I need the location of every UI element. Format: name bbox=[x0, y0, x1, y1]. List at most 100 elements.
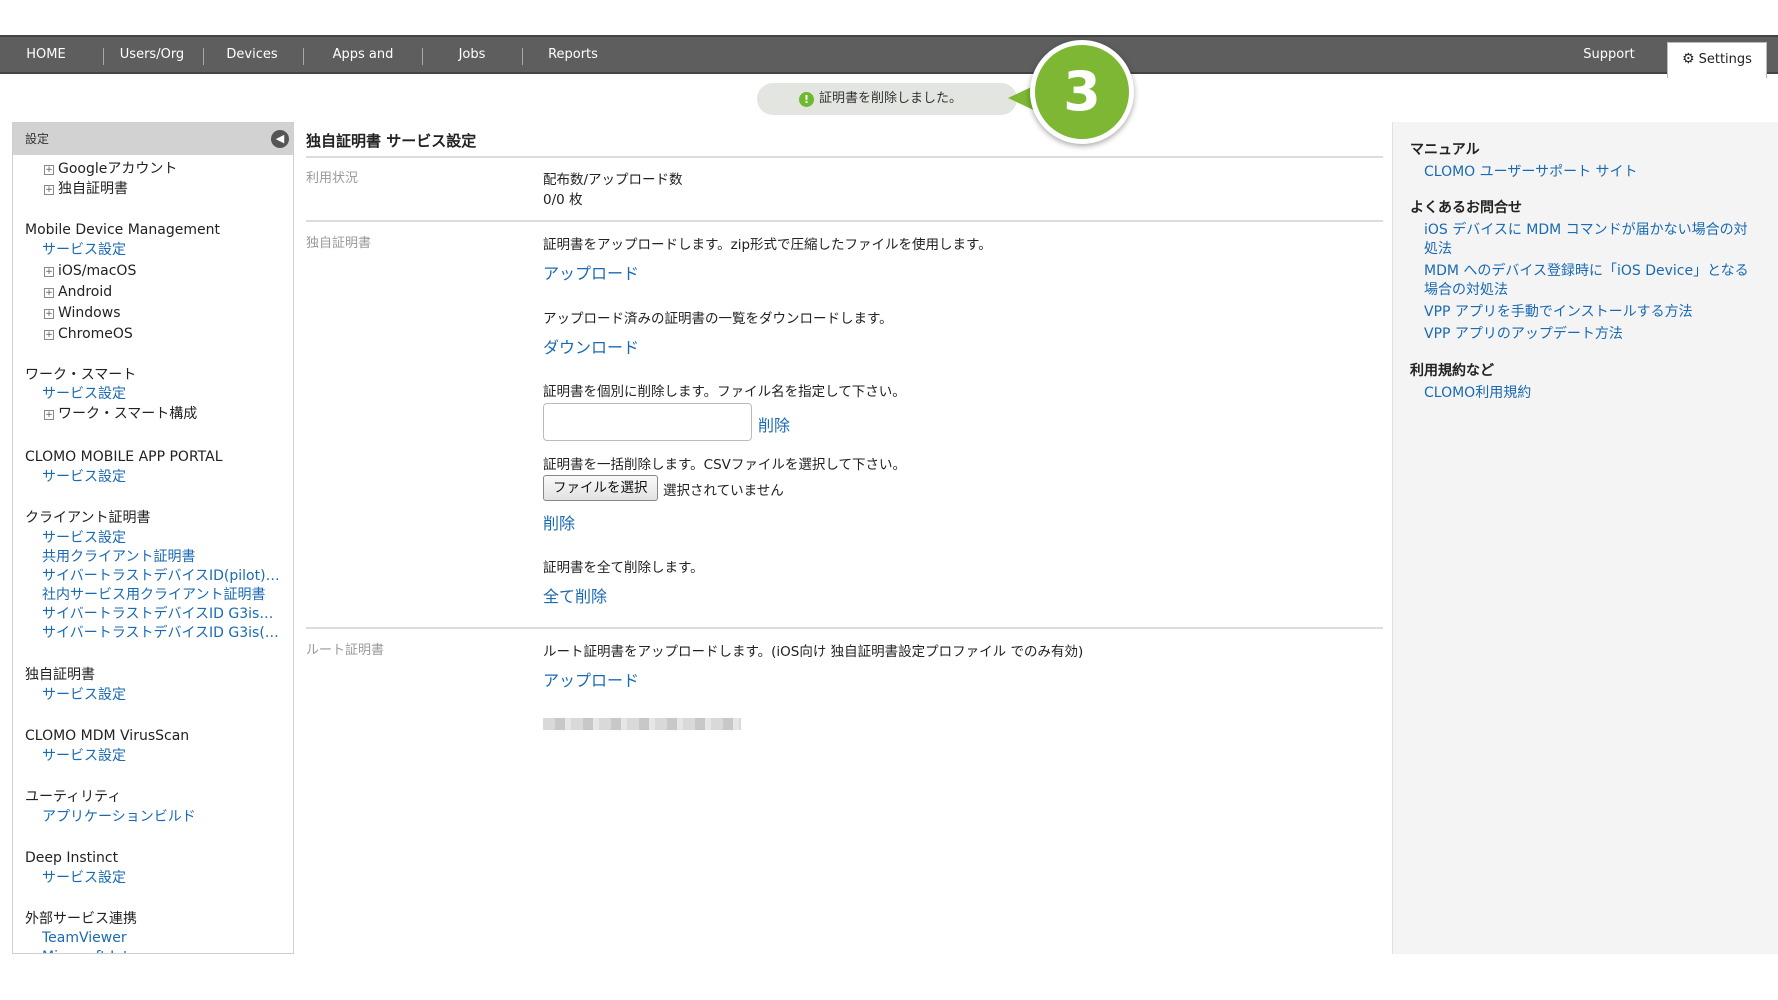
nav-users-org[interactable]: Users/Org bbox=[112, 37, 192, 72]
filename-input[interactable] bbox=[543, 403, 752, 441]
sidebar-entry-label: サイバートラストデバイスID G3is(… bbox=[42, 625, 279, 641]
nav-support[interactable]: Support bbox=[1578, 37, 1640, 72]
sidebar-tree-node[interactable]: + Windows bbox=[44, 304, 293, 323]
sidebar-link[interactable]: サービス設定 bbox=[42, 869, 292, 888]
expand-plus-icon[interactable]: + bbox=[44, 185, 54, 195]
nav-divider bbox=[422, 48, 423, 65]
sidebar-section-heading: クライアント証明書 bbox=[25, 509, 293, 528]
sidebar-entry-label: サービス設定 bbox=[42, 386, 126, 402]
sidebar-title: 設定 bbox=[25, 132, 50, 146]
nav-devices[interactable]: Devices bbox=[222, 37, 282, 72]
expand-plus-icon[interactable]: + bbox=[44, 410, 54, 420]
nav-settings-tab[interactable]: ⚙ Settings bbox=[1667, 42, 1767, 78]
sidebar-header: 設定 ◀ bbox=[13, 123, 293, 155]
expand-plus-icon[interactable]: + bbox=[44, 267, 54, 277]
root-cert-upload-link[interactable]: アップロード bbox=[543, 667, 639, 691]
sidebar-link[interactable]: サイバートラストデバイスID G3is(… bbox=[42, 624, 292, 643]
sidebar-entry-label: Googleアカウント bbox=[58, 161, 178, 177]
nav-home[interactable]: HOME bbox=[22, 37, 70, 72]
usage-value: 0/0 枚 bbox=[543, 192, 583, 208]
nav-apps-and-books[interactable]: Apps and Books bbox=[314, 37, 412, 97]
divider bbox=[306, 627, 1383, 629]
sidebar-link[interactable]: アプリケーションビルド bbox=[42, 808, 292, 827]
no-file-selected: 選択されていません bbox=[663, 483, 784, 499]
sidebar-section-heading: ワーク・スマート bbox=[25, 366, 293, 385]
nav-jobs[interactable]: Jobs bbox=[450, 37, 494, 72]
download-link[interactable]: ダウンロード bbox=[543, 334, 639, 358]
sidebar-entry-label: Android bbox=[58, 284, 113, 300]
divider bbox=[306, 156, 1383, 158]
delete-csv-description: 証明書を一括削除します。CSVファイルを選択して下さい。 bbox=[543, 457, 906, 473]
toast-message: 証明書を削除しました。 bbox=[819, 91, 963, 106]
sidebar-entry-label: 独自証明書 bbox=[58, 181, 128, 197]
sidebar-link[interactable]: サイバートラストデバイスID G3is… bbox=[42, 605, 292, 624]
sidebar-entry-label: ユーティリティ bbox=[25, 789, 122, 805]
sidebar-tree-node[interactable]: + iOS/macOS bbox=[44, 262, 293, 281]
sidebar-entry-label: ワーク・スマート構成 bbox=[58, 406, 198, 422]
delete-single-link[interactable]: 削除 bbox=[758, 412, 790, 436]
sidebar-tree-node[interactable]: + Googleアカウント bbox=[44, 160, 293, 179]
expand-plus-icon[interactable]: + bbox=[44, 165, 54, 175]
divider bbox=[306, 220, 1383, 222]
delete-all-description: 証明書を全て削除します。 bbox=[543, 560, 704, 576]
sidebar-link[interactable]: サービス設定 bbox=[42, 686, 292, 705]
sidebar-link[interactable]: サービス設定 bbox=[42, 529, 292, 548]
settings-sidebar[interactable]: 設定 ◀ + Googleアカウント + 独自証明書 Mobile Device Man… bbox=[12, 122, 294, 954]
cert-section-label: 独自証明書 bbox=[306, 236, 372, 251]
sidebar-link[interactable]: サイバートラストデバイスID(pilot)… bbox=[42, 567, 292, 586]
nav-divider bbox=[522, 48, 523, 65]
sidebar-link[interactable]: 共用クライアント証明書 bbox=[42, 548, 292, 567]
sidebar-section-heading: CLOMO MOBILE APP PORTAL bbox=[25, 448, 293, 467]
sidebar-link[interactable]: サービス設定 bbox=[42, 747, 292, 766]
sidebar-link[interactable]: TeamViewer bbox=[42, 929, 292, 948]
success-toast: ! 証明書を削除しました。 bbox=[757, 83, 1017, 115]
upload-link[interactable]: アップロード bbox=[543, 260, 639, 284]
sidebar-link[interactable]: 社内サービス用クライアント証明書 bbox=[42, 586, 292, 605]
sidebar-tree-node[interactable]: + ChromeOS bbox=[44, 325, 293, 344]
nav-divider bbox=[103, 48, 104, 65]
faq-link[interactable]: VPP アプリを手動でインストールする方法 bbox=[1424, 303, 1754, 322]
sidebar-entry-label: ワーク・スマート bbox=[25, 367, 137, 383]
sidebar-entry-label: 独自証明書 bbox=[25, 667, 95, 683]
expand-plus-icon[interactable]: + bbox=[44, 288, 54, 298]
sidebar-tree-node[interactable]: + ワーク・スマート構成 bbox=[44, 405, 293, 424]
expand-plus-icon[interactable]: + bbox=[44, 309, 54, 319]
gear-icon: ⚙ bbox=[1682, 51, 1695, 67]
sidebar-tree-node[interactable]: + 独自証明書 bbox=[44, 180, 293, 199]
sidebar-section-heading: Mobile Device Management bbox=[25, 221, 293, 240]
help-panel: マニュアル CLOMO ユーザーサポート サイト よくあるお問合せ iOS デバ… bbox=[1392, 122, 1778, 954]
sidebar-entry-label: サービス設定 bbox=[42, 687, 126, 703]
expand-plus-icon[interactable]: + bbox=[44, 330, 54, 340]
usage-description: 配布数/アップロード数 bbox=[543, 172, 683, 188]
faq-link[interactable]: MDM へのデバイス登録時に「iOS Device」となる場合の対処法 bbox=[1424, 262, 1754, 300]
delete-all-link[interactable]: 全て削除 bbox=[543, 583, 607, 607]
collapse-arrow-icon[interactable]: ◀ bbox=[271, 130, 289, 148]
manual-heading: マニュアル bbox=[1410, 142, 1480, 158]
upload-description: 証明書をアップロードします。zip形式で圧縮したファイルを使用します。 bbox=[543, 237, 992, 253]
delete-single-description: 証明書を個別に削除します。ファイル名を指定して下さい。 bbox=[543, 384, 906, 400]
faq-link[interactable]: VPP アプリのアップデート方法 bbox=[1424, 325, 1754, 344]
sidebar-entry-label: アプリケーションビルド bbox=[42, 809, 196, 825]
sidebar-link[interactable]: サービス設定 bbox=[42, 241, 292, 260]
sidebar-entry-label: Windows bbox=[58, 305, 121, 321]
root-cert-section-label: ルート証明書 bbox=[306, 643, 385, 658]
nav-reports[interactable]: Reports bbox=[543, 37, 603, 72]
sidebar-link[interactable]: Microsoft Intune bbox=[42, 948, 292, 953]
sidebar-section-heading: CLOMO MDM VirusScan bbox=[25, 727, 293, 746]
delete-csv-link[interactable]: 削除 bbox=[543, 510, 575, 534]
nav-divider bbox=[303, 48, 304, 65]
sidebar-entry-label: サイバートラストデバイスID G3is… bbox=[42, 606, 274, 622]
sidebar-entry-label: サービス設定 bbox=[42, 870, 126, 886]
sidebar-link[interactable]: サービス設定 bbox=[42, 468, 292, 487]
sidebar-entry-label: サイバートラストデバイスID(pilot)… bbox=[42, 568, 280, 584]
choose-file-button[interactable]: ファイルを選択 bbox=[543, 475, 658, 501]
redacted-text bbox=[543, 718, 741, 730]
terms-link[interactable]: CLOMO利用規約 bbox=[1424, 384, 1754, 403]
sidebar-tree-node[interactable]: + Android bbox=[44, 283, 293, 302]
terms-heading: 利用規約など bbox=[1410, 363, 1494, 379]
manual-link[interactable]: CLOMO ユーザーサポート サイト bbox=[1424, 163, 1754, 182]
sidebar-link[interactable]: サービス設定 bbox=[42, 385, 292, 404]
sidebar-entry-label: サービス設定 bbox=[42, 242, 126, 258]
faq-link[interactable]: iOS デバイスに MDM コマンドが届かない場合の対処法 bbox=[1424, 221, 1754, 259]
sidebar-entry-label: 共用クライアント証明書 bbox=[42, 549, 196, 565]
